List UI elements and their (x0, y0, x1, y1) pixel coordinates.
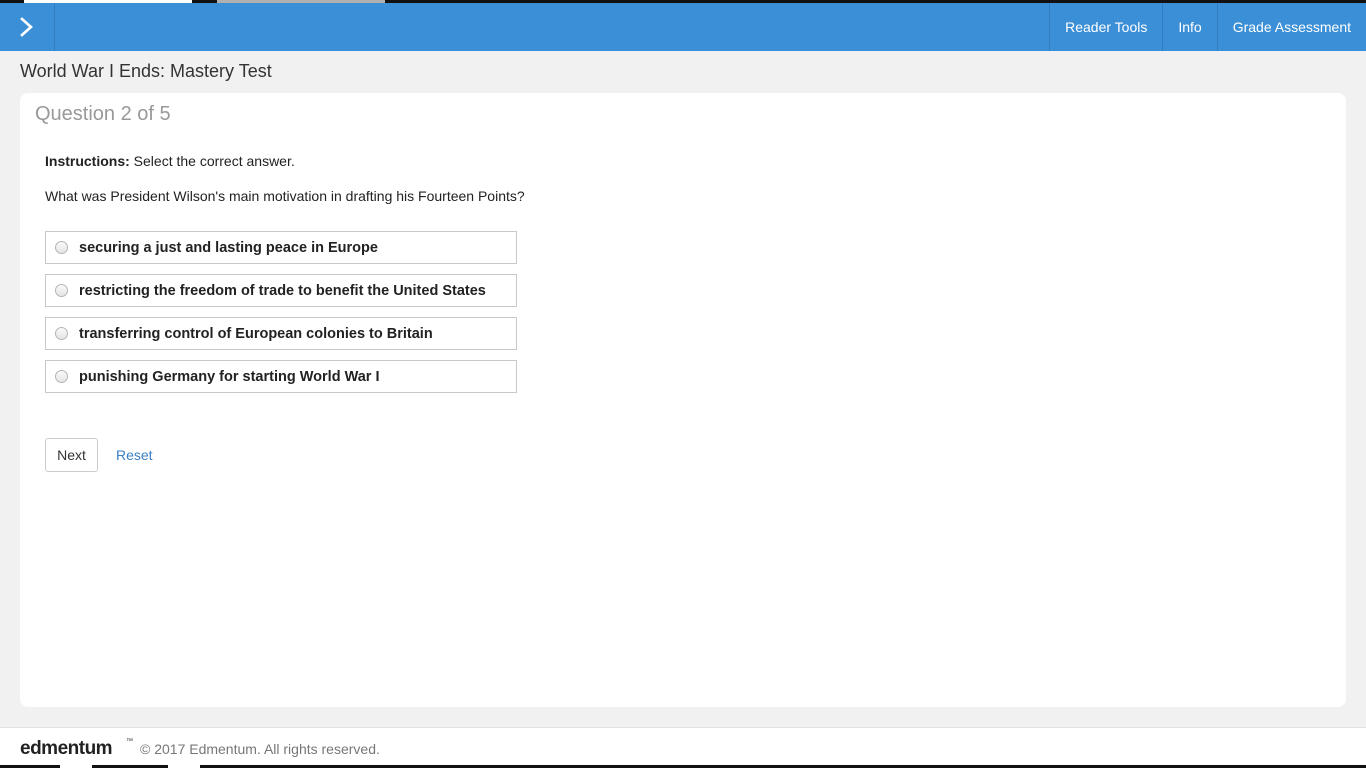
grade-assessment-button[interactable]: Grade Assessment (1216, 3, 1366, 51)
edmentum-logo: edmentum (20, 738, 113, 759)
instructions-label: Instructions: (45, 153, 130, 169)
answer-option-label: transferring control of European colonie… (79, 326, 433, 342)
page-title: World War I Ends: Mastery Test (20, 61, 272, 81)
instructions-text: Select the correct answer. (133, 153, 295, 169)
radio-button[interactable] (55, 241, 68, 254)
answer-option[interactable]: punishing Germany for starting World War… (45, 360, 517, 393)
answer-option[interactable]: securing a just and lasting peace in Eur… (45, 231, 517, 264)
radio-button[interactable] (55, 284, 68, 297)
answer-option[interactable]: restricting the freedom of trade to bene… (45, 274, 517, 307)
radio-button[interactable] (55, 370, 68, 383)
radio-button[interactable] (55, 327, 68, 340)
header-nav: Reader Tools Info Grade Assessment (1049, 3, 1366, 51)
question-counter: Question 2 of 5 (35, 103, 171, 125)
chevron-right-icon (20, 17, 33, 37)
instructions: Instructions: Select the correct answer. (45, 153, 295, 169)
question-text: What was President Wilson's main motivat… (45, 188, 525, 204)
reader-tools-button[interactable]: Reader Tools (1049, 3, 1162, 51)
copyright-text: © 2017 Edmentum. All rights reserved. (140, 741, 380, 757)
answer-options: securing a just and lasting peace in Eur… (45, 231, 517, 403)
answer-option-label: restricting the freedom of trade to bene… (79, 283, 486, 299)
trademark-mark: ™ (126, 738, 133, 745)
answer-option[interactable]: transferring control of European colonie… (45, 317, 517, 350)
answer-option-label: securing a just and lasting peace in Eur… (79, 240, 378, 256)
next-button[interactable]: Next (45, 438, 98, 472)
question-card: Question 2 of 5 Instructions: Select the… (20, 93, 1346, 707)
menu-toggle-button[interactable] (0, 3, 55, 51)
app-header: Reader Tools Info Grade Assessment (0, 3, 1366, 51)
reset-link[interactable]: Reset (116, 447, 153, 463)
answer-option-label: punishing Germany for starting World War… (79, 369, 380, 385)
info-button[interactable]: Info (1162, 3, 1216, 51)
footer: edmentum ™ © 2017 Edmentum. All rights r… (0, 727, 1366, 768)
